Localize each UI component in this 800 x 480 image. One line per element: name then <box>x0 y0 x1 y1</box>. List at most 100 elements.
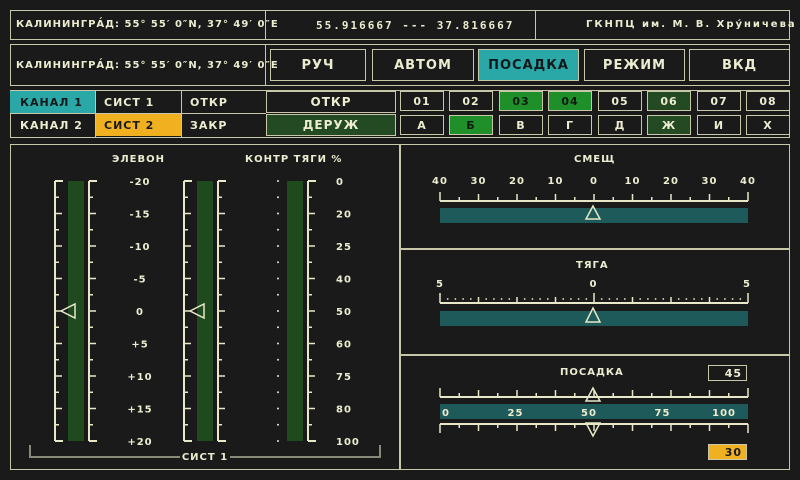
thrust-scale-dot <box>623 298 626 300</box>
thrust-scale-dot <box>454 298 457 300</box>
thrust-scale-dot <box>446 298 449 300</box>
offset-tick-label: 30 <box>471 176 487 187</box>
number-8-button[interactable]: 08 <box>746 91 790 111</box>
thrust-dot <box>277 440 279 442</box>
offset-tick-label: 0 <box>590 176 598 187</box>
thrust-tick-label: 25 <box>336 242 352 253</box>
thrust-scale-dot <box>570 298 572 300</box>
elevon-gauge-1-bar <box>68 181 84 441</box>
offset-tick-label: 20 <box>509 176 525 187</box>
landing-tick-label: 100 <box>712 408 736 419</box>
thrust-scale-dot <box>577 298 580 300</box>
thrust-scale-dot <box>608 298 611 300</box>
thrust-reverse-bar <box>287 181 303 441</box>
elevon-tick-label: +20 <box>127 437 152 448</box>
thrust-scale-label: 5 <box>436 279 444 290</box>
thrust-scale-dot <box>654 298 657 300</box>
number-1-button[interactable]: 01 <box>400 91 444 111</box>
offset-tick-label: 10 <box>625 176 641 187</box>
letter-8-button[interactable]: Х <box>746 115 790 135</box>
thrust-bar <box>440 311 748 326</box>
thrust-scale-dot <box>685 298 688 300</box>
thrust-scale-dot <box>539 298 541 300</box>
thrust-tick-label: 75 <box>336 372 352 383</box>
system-bracket-label: СИСТ 1 <box>182 452 228 463</box>
thrust-scale-dot <box>647 298 649 300</box>
thrust-scale-dot <box>677 298 680 300</box>
offset-tick-label: 40 <box>740 176 756 187</box>
thrust-dot <box>277 228 279 231</box>
offset-bar <box>440 208 748 223</box>
elevon-gauge-2-bar <box>197 181 213 441</box>
thrust-scale-dot <box>700 298 703 300</box>
elevon-tick-label: +10 <box>127 372 152 383</box>
thrust-scale-dot <box>662 298 665 300</box>
gauge-graphics: -20-15-10-50+5+10+15+2002025405060758010… <box>29 176 756 463</box>
thrust-dot <box>277 180 279 182</box>
letter-3-button[interactable]: В <box>499 115 543 135</box>
landing-upper-pointer <box>584 386 602 402</box>
thrust-scale-dot <box>739 298 742 300</box>
thrust-scale-dot <box>462 298 464 300</box>
number-4-button[interactable]: 04 <box>548 91 592 111</box>
thrust-dot <box>277 375 279 377</box>
thrust-dot <box>277 326 279 329</box>
thrust-dot <box>277 245 279 247</box>
thrust-dot <box>277 196 279 199</box>
offset-tick-label: 10 <box>548 176 564 187</box>
elevon-tick-label: -5 <box>133 275 146 286</box>
thrust-dot <box>277 407 279 410</box>
landing-tick-label: 75 <box>655 408 671 419</box>
thrust-scale-label: 5 <box>743 279 751 290</box>
thrust-scale-dot <box>693 298 695 300</box>
thrust-dot <box>277 342 279 345</box>
letter-5-button[interactable]: Д <box>598 115 642 135</box>
thrust-tick-label: 40 <box>336 275 352 286</box>
letter-1-button[interactable]: А <box>400 115 444 135</box>
thrust-scale-dot <box>531 298 534 300</box>
elevon-tick-label: -10 <box>129 242 150 253</box>
thrust-scale-dot <box>616 298 618 300</box>
letter-4-button[interactable]: Г <box>548 115 592 135</box>
letter-2-button[interactable]: Б <box>449 115 493 135</box>
thrust-tick-label: 80 <box>336 405 352 416</box>
thrust-dot <box>277 293 279 296</box>
offset-tick-label: 20 <box>663 176 679 187</box>
number-6-button[interactable]: 06 <box>647 91 691 111</box>
thrust-scale-dot <box>562 298 565 300</box>
thrust-tick-label: 20 <box>336 210 352 221</box>
thrust-scale-dot <box>600 298 603 300</box>
number-3-button[interactable]: 03 <box>499 91 543 111</box>
thrust-scale-dot <box>731 298 734 300</box>
thrust-scale-dot <box>724 298 726 300</box>
thrust-scale-dot <box>716 298 719 300</box>
number-5-button[interactable]: 05 <box>598 91 642 111</box>
offset-tick-label: 40 <box>432 176 448 187</box>
thrust-scale-dot <box>493 298 495 300</box>
number-2-button[interactable]: 02 <box>449 91 493 111</box>
thrust-dot <box>277 261 279 264</box>
thrust-dot <box>277 423 279 426</box>
landing-tick-label: 0 <box>442 408 450 419</box>
thrust-dot <box>277 212 279 215</box>
thrust-scale-dot <box>523 298 526 300</box>
number-7-button[interactable]: 07 <box>697 91 741 111</box>
thrust-tick-label: 60 <box>336 340 352 351</box>
thrust-scale-dot <box>500 298 503 300</box>
offset-tick-label: 30 <box>702 176 718 187</box>
elevon-tick-label: +15 <box>127 405 152 416</box>
thrust-scale-dot <box>485 298 488 300</box>
thrust-scale-dot <box>469 298 472 300</box>
thrust-scale-dot <box>639 298 642 300</box>
landing-tick-label: 25 <box>508 408 524 419</box>
letter-6-button[interactable]: Ж <box>647 115 691 135</box>
thrust-scale-dot <box>546 298 549 300</box>
thrust-tick-label: 100 <box>336 437 360 448</box>
letter-7-button[interactable]: И <box>697 115 741 135</box>
thrust-dot <box>277 391 279 394</box>
thrust-tick-label: 50 <box>336 307 352 318</box>
thrust-scale-dot <box>585 298 588 300</box>
elevon-tick-label: 0 <box>136 307 144 318</box>
landing-tick-label: 50 <box>581 408 597 419</box>
thrust-dot <box>277 277 279 280</box>
